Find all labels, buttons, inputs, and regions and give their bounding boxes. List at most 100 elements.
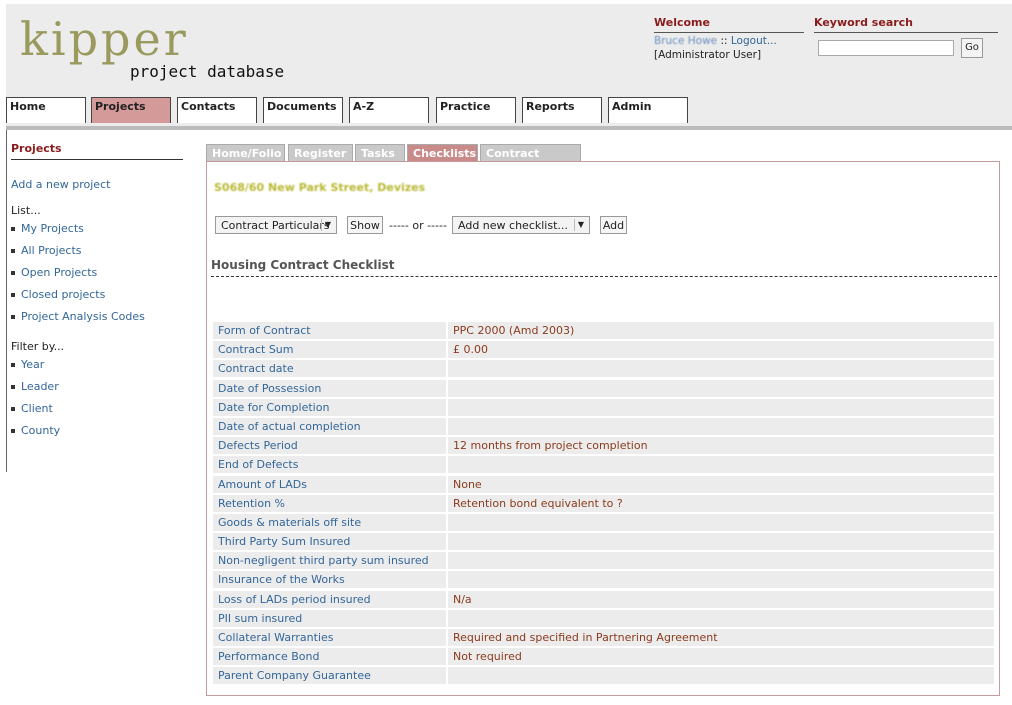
- row-value: None: [448, 475, 994, 493]
- sidebar-item-client[interactable]: Client: [11, 402, 53, 415]
- tab-a-z[interactable]: A-Z: [349, 97, 429, 123]
- tab-home[interactable]: Home: [6, 97, 86, 123]
- row-value: [448, 513, 994, 531]
- row-value: [448, 667, 994, 685]
- welcome-title: Welcome: [654, 16, 804, 33]
- row-label[interactable]: Contract date: [213, 360, 446, 378]
- table-row: Contract date: [213, 360, 994, 379]
- sidebar-item-analysis-codes[interactable]: Project Analysis Codes: [11, 310, 145, 323]
- chevron-down-icon: ▼: [574, 219, 587, 231]
- tab-reports[interactable]: Reports: [522, 97, 602, 123]
- show-button[interactable]: Show: [347, 216, 383, 234]
- row-label[interactable]: Parent Company Guarantee: [213, 667, 446, 685]
- table-row: PII sum insured: [213, 609, 994, 629]
- row-value: [448, 533, 994, 551]
- sidebar-item-leader[interactable]: Leader: [11, 380, 59, 393]
- row-label[interactable]: Date of actual completion: [213, 417, 446, 435]
- logout-link[interactable]: Logout...: [731, 35, 777, 47]
- tab-home-folio[interactable]: Home/Folio: [206, 144, 285, 161]
- keyword-search-title: Keyword search: [814, 16, 998, 33]
- table-row: Date for Completion: [213, 398, 994, 418]
- row-label[interactable]: Amount of LADs: [213, 475, 446, 493]
- table-row: Loss of LADs period insured N/a: [213, 590, 994, 610]
- table-row: End of Defects: [213, 456, 994, 475]
- table-row: Form of Contract PPC 2000 (Amd 2003): [213, 322, 994, 341]
- sidebar-item-county[interactable]: County: [11, 424, 60, 437]
- row-label[interactable]: Goods & materials off site: [213, 513, 446, 531]
- row-value: £ 0.00: [448, 341, 994, 359]
- table-row: Non-negligent third party sum insured: [213, 552, 994, 571]
- row-value: [448, 609, 994, 627]
- row-value: 12 months from project completion: [448, 437, 994, 455]
- row-value: [448, 417, 994, 435]
- tab-documents[interactable]: Documents: [263, 97, 343, 123]
- add-checklist-select-value: Add new checklist...: [458, 219, 568, 232]
- table-row: Parent Company Guarantee: [213, 667, 994, 686]
- row-label[interactable]: Date for Completion: [213, 398, 446, 416]
- filter-label: Filter by...: [11, 340, 65, 353]
- checklist-select-value: Contract Particulars: [221, 219, 330, 232]
- table-row: Date of actual completion: [213, 417, 994, 437]
- row-value: [448, 456, 994, 474]
- sidebar-item-closed-projects[interactable]: Closed projects: [11, 288, 105, 301]
- row-label[interactable]: End of Defects: [213, 456, 446, 474]
- table-row: Collateral Warranties Required and specif…: [213, 629, 994, 648]
- row-value: PPC 2000 (Amd 2003): [448, 322, 994, 339]
- table-row: Third Party Sum Insured: [213, 533, 994, 552]
- row-label[interactable]: Form of Contract: [213, 322, 446, 339]
- row-label[interactable]: Retention %: [213, 494, 446, 512]
- row-label[interactable]: Defects Period: [213, 437, 446, 455]
- chevron-down-icon: ▼: [321, 219, 334, 231]
- row-label[interactable]: Insurance of the Works: [213, 571, 446, 589]
- tab-admin[interactable]: Admin: [608, 97, 688, 123]
- sidebar-item-open-projects[interactable]: Open Projects: [11, 266, 97, 279]
- add-button[interactable]: Add: [600, 216, 627, 234]
- checklist-table: Form of Contract PPC 2000 (Amd 2003) Cont…: [213, 322, 994, 687]
- tab-checklists[interactable]: Checklists: [407, 144, 478, 161]
- row-label[interactable]: Loss of LADs period insured: [213, 590, 446, 608]
- add-checklist-select[interactable]: Add new checklist... ▼: [452, 216, 590, 234]
- table-row: Goods & materials off site: [213, 513, 994, 533]
- sidebar: Projects Add a new project List... My Pr…: [6, 130, 187, 472]
- row-value: Not required: [448, 648, 994, 666]
- row-value: [448, 552, 994, 570]
- table-row: Insurance of the Works: [213, 571, 994, 590]
- row-label[interactable]: Contract Sum: [213, 341, 446, 359]
- tab-register[interactable]: Register: [288, 144, 353, 161]
- row-value: [448, 398, 994, 416]
- table-row: Date of Possession: [213, 379, 994, 399]
- search-input[interactable]: [818, 40, 954, 56]
- checklist-title: Housing Contract Checklist: [211, 258, 997, 277]
- table-row: Retention % Retention bond equivalent to …: [213, 494, 994, 514]
- go-button[interactable]: Go: [961, 38, 983, 58]
- sidebar-item-year[interactable]: Year: [11, 358, 44, 371]
- row-label[interactable]: Non-negligent third party sum insured: [213, 552, 446, 570]
- or-separator: ----- or -----: [389, 219, 447, 232]
- row-value: [448, 571, 994, 589]
- row-value: [448, 379, 994, 397]
- logo-subtitle: project database: [130, 62, 285, 81]
- row-label[interactable]: Third Party Sum Insured: [213, 533, 446, 551]
- table-row: Performance Bond Not required: [213, 648, 994, 667]
- table-row: Contract Sum £ 0.00: [213, 341, 994, 360]
- table-row: Amount of LADs None: [213, 475, 994, 495]
- row-label[interactable]: Performance Bond: [213, 648, 446, 666]
- tab-contract-admin[interactable]: Contract Admin: [480, 144, 581, 173]
- tab-tasks[interactable]: Tasks: [355, 144, 405, 161]
- row-label[interactable]: Date of Possession: [213, 379, 446, 397]
- sidebar-item-my-projects[interactable]: My Projects: [11, 222, 84, 235]
- sidebar-heading: Projects: [11, 142, 183, 160]
- row-value: Required and specified in Partnering Agr…: [448, 629, 994, 646]
- row-value: [448, 360, 994, 378]
- row-label[interactable]: Collateral Warranties: [213, 629, 446, 646]
- tab-contacts[interactable]: Contacts: [177, 97, 257, 123]
- tab-projects[interactable]: Projects: [91, 97, 171, 123]
- tab-practice[interactable]: Practice: [436, 97, 516, 123]
- sidebar-item-all-projects[interactable]: All Projects: [11, 244, 82, 257]
- welcome-box: Welcome Bruce Howe :: Logout... [Adminis…: [654, 16, 804, 61]
- add-project-link[interactable]: Add a new project: [11, 178, 110, 191]
- row-label[interactable]: PII sum insured: [213, 609, 446, 627]
- keyword-search: Keyword search Go: [814, 16, 998, 58]
- project-title: S068/60 New Park Street, Devizes: [214, 181, 426, 194]
- checklist-select[interactable]: Contract Particulars ▼: [215, 216, 337, 234]
